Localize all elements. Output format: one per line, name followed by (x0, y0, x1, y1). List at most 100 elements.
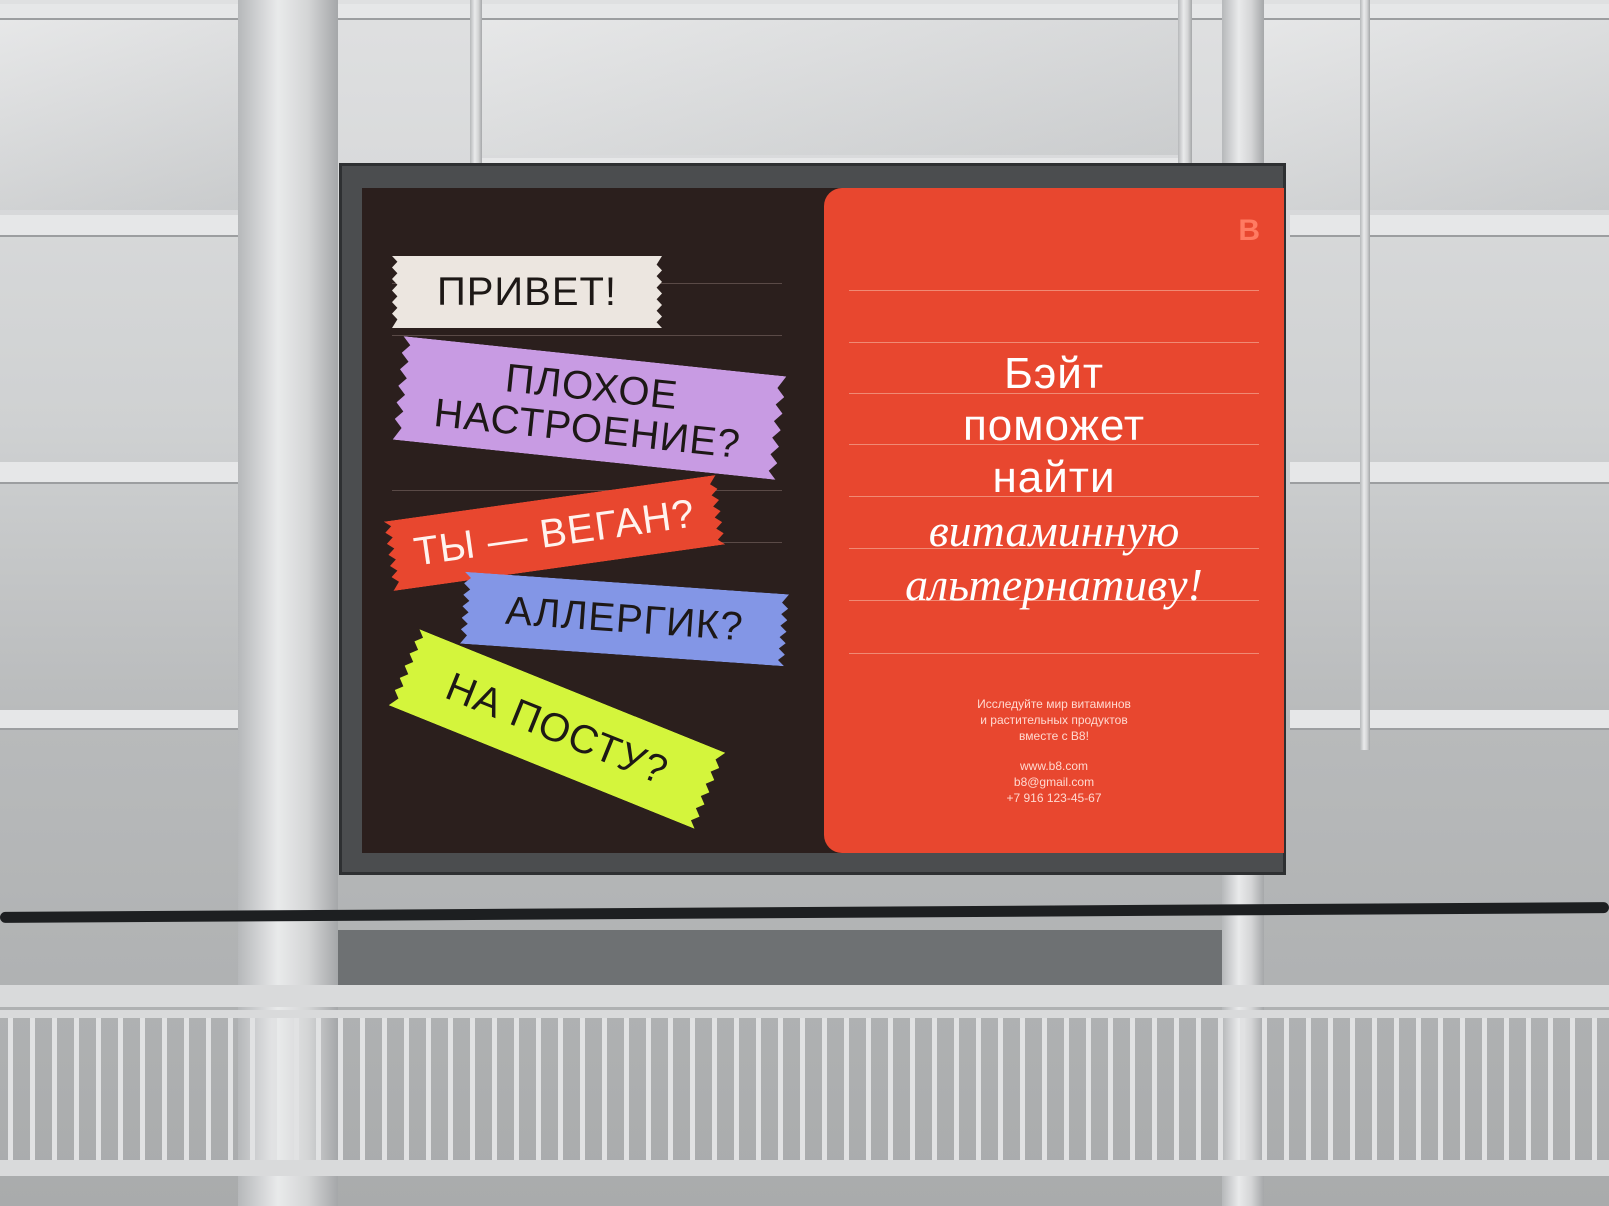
railing-baluster (1218, 1018, 1223, 1160)
railing-baluster (734, 1018, 739, 1160)
railing-baluster (448, 1018, 453, 1160)
railing-baluster (1240, 1018, 1245, 1160)
window-mullion (1178, 0, 1192, 170)
railing-baluster (338, 1018, 343, 1160)
contact-email: b8@gmail.com (1013, 775, 1095, 789)
railing-baluster (602, 1018, 607, 1160)
railing-baluster (228, 1018, 233, 1160)
blurb: Исследуйте мир витаминов и растительных … (824, 696, 1284, 744)
railing-baluster (910, 1018, 915, 1160)
railing-baluster (778, 1018, 783, 1160)
railing-baluster (360, 1018, 365, 1160)
railing-baluster (866, 1018, 871, 1160)
glass-pane (0, 20, 250, 210)
railing-baluster (690, 1018, 695, 1160)
tape-vegan-text: ТЫ — ВЕГАН? (411, 491, 698, 575)
railing-baluster (74, 1018, 79, 1160)
tape-mood-text: ПЛОХОЕ НАСТРОЕНИЕ? (431, 356, 743, 467)
railing-baluster (1526, 1018, 1531, 1160)
railing-baluster (1174, 1018, 1179, 1160)
tape-vegan: ТЫ — ВЕГАН? (384, 475, 725, 591)
tape-mood: ПЛОХОЕ НАСТРОЕНИЕ? (393, 336, 787, 480)
railing-baluster (118, 1018, 123, 1160)
railing-baluster (470, 1018, 475, 1160)
railing-baluster (580, 1018, 585, 1160)
street-scene: ПРИВЕТ! ПЛОХОЕ НАСТРОЕНИЕ? ТЫ — ВЕГАН? А… (0, 0, 1609, 1206)
railing-baluster (1262, 1018, 1267, 1160)
railing-baluster (1108, 1018, 1113, 1160)
railing-baluster (998, 1018, 1003, 1160)
railing-baluster (316, 1018, 321, 1160)
b8-logo: B (1238, 214, 1260, 247)
railing-baluster (668, 1018, 673, 1160)
railing-baluster (1548, 1018, 1553, 1160)
railing-baluster (1306, 1018, 1311, 1160)
contact-website: www.b8.com (1019, 759, 1089, 773)
tape-fasting: НА ПОСТУ? (389, 629, 726, 829)
railing-baluster (1328, 1018, 1333, 1160)
headline-line-1: Бэйт (1003, 349, 1105, 398)
railing-baluster (976, 1018, 981, 1160)
railing-baluster (382, 1018, 387, 1160)
railing-baluster (844, 1018, 849, 1160)
blurb-line-2: и растительных продуктов (980, 713, 1128, 727)
railing-bottom (0, 1160, 1609, 1176)
railing-baluster (800, 1018, 805, 1160)
facade-beam (0, 215, 250, 235)
railing-baluster (536, 1018, 541, 1160)
railing-baluster (8, 1018, 13, 1160)
railing-baluster (1064, 1018, 1069, 1160)
railing-baluster (1020, 1018, 1025, 1160)
railing-baluster (558, 1018, 563, 1160)
billboard-frame: ПРИВЕТ! ПЛОХОЕ НАСТРОЕНИЕ? ТЫ — ВЕГАН? А… (339, 163, 1286, 875)
railing-baluster (624, 1018, 629, 1160)
headline: Бэйт поможет найти витаминную альтернати… (824, 348, 1284, 612)
facade-beam (0, 710, 250, 728)
guide-line (392, 335, 782, 336)
railing-baluster (1372, 1018, 1377, 1160)
headline-line-2: поможет (962, 401, 1146, 450)
railing-baluster (1284, 1018, 1289, 1160)
railing-baluster (756, 1018, 761, 1160)
headline-line-5: альтернативу! (905, 559, 1203, 610)
facade-beam (0, 462, 250, 482)
facade-beam (1290, 462, 1609, 482)
contact-phone: +7 916 123-45-67 (1006, 791, 1102, 805)
railing-baluster (184, 1018, 189, 1160)
railing-baluster (1482, 1018, 1487, 1160)
railing-baluster (96, 1018, 101, 1160)
window-mullion (470, 0, 482, 170)
railing-baluster (712, 1018, 717, 1160)
headline-line-4: витаминную (928, 505, 1180, 556)
railing-baluster (1042, 1018, 1047, 1160)
railing-baluster (1438, 1018, 1443, 1160)
panel-line (849, 290, 1259, 291)
blurb-line-1: Исследуйте мир витаминов (977, 697, 1131, 711)
railing-baluster (294, 1018, 299, 1160)
railing-baluster (1592, 1018, 1597, 1160)
tape-allergic-text: АЛЛЕРГИК? (504, 588, 745, 650)
railing-baluster (492, 1018, 497, 1160)
railing-baluster (1086, 1018, 1091, 1160)
interior-shadow (338, 930, 1222, 990)
panel-line (849, 342, 1259, 343)
railing-baluster (426, 1018, 431, 1160)
railing-baluster (1570, 1018, 1575, 1160)
contacts: www.b8.com b8@gmail.com +7 916 123-45-67 (824, 758, 1284, 806)
railing-baluster (822, 1018, 827, 1160)
railing-baluster (1504, 1018, 1509, 1160)
railing-baluster (954, 1018, 959, 1160)
railing-baluster (1196, 1018, 1201, 1160)
railing-baluster (888, 1018, 893, 1160)
panel-line (849, 653, 1259, 654)
railing-bar (0, 1010, 1609, 1018)
railing-baluster (404, 1018, 409, 1160)
railing-baluster (162, 1018, 167, 1160)
railing-baluster (932, 1018, 937, 1160)
tape-fasting-text: НА ПОСТУ? (439, 664, 675, 794)
tape-privet-text: ПРИВЕТ! (436, 270, 618, 314)
glass-pane (1230, 20, 1609, 210)
headline-line-3: найти (992, 453, 1116, 502)
tape-allergic: АЛЛЕРГИК? (460, 572, 789, 666)
railing-baluster (30, 1018, 35, 1160)
